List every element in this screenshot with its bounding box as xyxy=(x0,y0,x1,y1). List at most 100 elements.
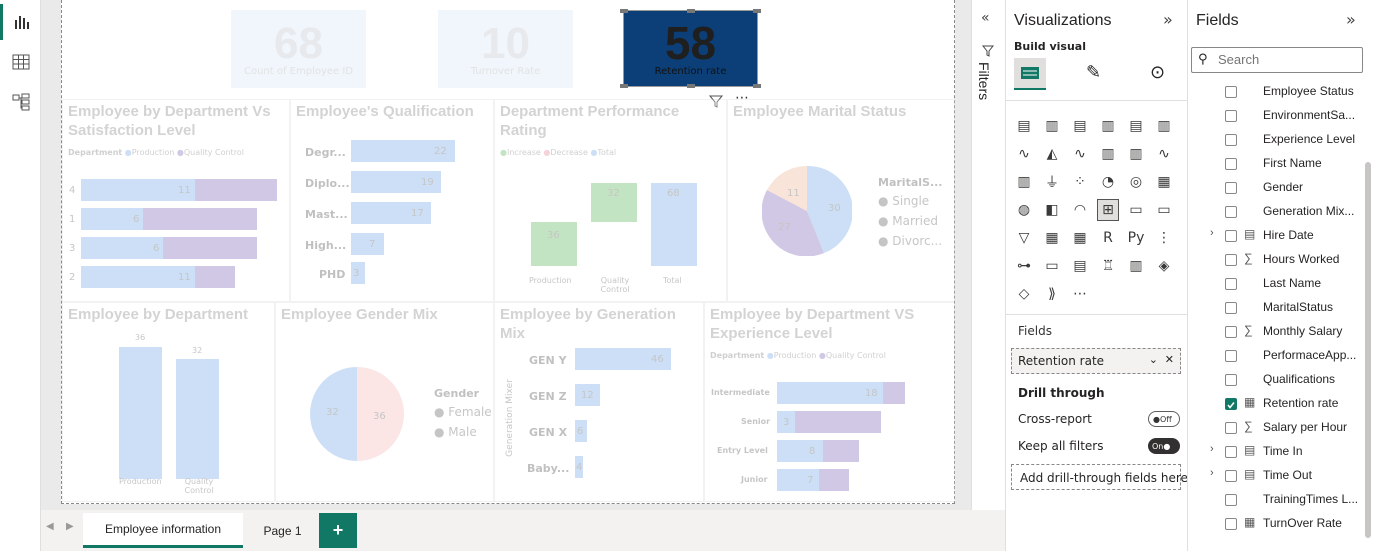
search-box[interactable]: ⚲ xyxy=(1191,47,1363,73)
visual-qualification[interactable]: Employee's Qualification Degr... 22 Dipl… xyxy=(290,99,494,302)
model-view-icon[interactable] xyxy=(0,84,41,120)
table-view-icon[interactable] xyxy=(0,44,41,80)
visual-marital-status[interactable]: Employee Marital Status 30 27 11 Marital… xyxy=(727,99,955,302)
build-visual-icon[interactable] xyxy=(1014,58,1046,90)
treemap-icon[interactable]: ▦ xyxy=(1153,171,1175,193)
multirow-card-icon[interactable]: ▭ xyxy=(1125,199,1147,221)
waterfall-icon[interactable]: ▥ xyxy=(1013,171,1035,193)
collapse-pane-icon[interactable]: » xyxy=(1163,10,1173,29)
more-visuals-icon[interactable]: ⋯ xyxy=(1069,283,1091,305)
field-item[interactable]: PerformaceApp... xyxy=(1188,344,1363,368)
field-checkbox[interactable] xyxy=(1225,86,1237,98)
kpi-card-turnover-rate[interactable]: 10 Turnover Rate xyxy=(438,10,573,88)
resize-handle[interactable] xyxy=(620,9,628,13)
power-automate-icon[interactable]: ◇ xyxy=(1013,283,1035,305)
stacked-bar-icon[interactable]: ▤ xyxy=(1013,115,1035,137)
field-item[interactable]: ∑ Salary per Hour xyxy=(1188,416,1363,440)
field-item[interactable]: Generation Mix... xyxy=(1188,200,1363,224)
field-item[interactable]: › ▤ Hire Date xyxy=(1188,224,1363,248)
qa-icon[interactable]: ▭ xyxy=(1041,255,1063,277)
collapse-pane-icon[interactable]: » xyxy=(1346,10,1356,29)
decomposition-tree-icon[interactable]: ⊶ xyxy=(1013,255,1035,277)
chevron-visual-icon[interactable]: ⟫ xyxy=(1041,283,1063,305)
field-item[interactable]: MaritalStatus xyxy=(1188,296,1363,320)
field-checkbox[interactable] xyxy=(1225,134,1237,146)
visual-gender-mix[interactable]: Employee Gender Mix 32 36 Gender ● Femal… xyxy=(275,302,494,502)
paginated-report-icon[interactable]: ▥ xyxy=(1125,255,1147,277)
python-visual-icon[interactable]: Py xyxy=(1125,227,1147,249)
field-item[interactable]: › ▤ Time In xyxy=(1188,440,1363,464)
pie-icon[interactable]: ◔ xyxy=(1097,171,1119,193)
field-checkbox[interactable] xyxy=(1225,470,1237,482)
field-item[interactable]: EnvironmentSa... xyxy=(1188,104,1363,128)
resize-handle[interactable] xyxy=(620,84,628,88)
field-checkbox[interactable] xyxy=(1225,230,1237,242)
clustered-bar-icon[interactable]: ▤ xyxy=(1069,115,1091,137)
field-checkbox[interactable] xyxy=(1225,398,1237,410)
field-checkbox[interactable] xyxy=(1225,518,1237,530)
stacked-area-icon[interactable]: ∿ xyxy=(1069,143,1091,165)
field-item[interactable]: TrainingTimes L... xyxy=(1188,488,1363,512)
add-page-button[interactable]: + xyxy=(319,513,357,548)
filters-label[interactable]: Filters xyxy=(976,62,992,100)
gauge-icon[interactable]: ◠ xyxy=(1069,199,1091,221)
scroll-right-icon[interactable]: ▶ xyxy=(66,521,74,532)
scroll-left-icon[interactable]: ◀ xyxy=(46,521,54,532)
visual-generation-mix[interactable]: Employee by Generation Mix Generation Mi… xyxy=(494,302,704,502)
search-input[interactable] xyxy=(1218,52,1358,67)
resize-handle[interactable] xyxy=(753,9,761,13)
scrollbar[interactable] xyxy=(1365,162,1371,538)
kpi-icon[interactable]: ▭ xyxy=(1153,199,1175,221)
100-column-icon[interactable]: ▥ xyxy=(1153,115,1175,137)
filled-map-icon[interactable]: ◧ xyxy=(1041,199,1063,221)
area-chart-icon[interactable]: ◭ xyxy=(1041,143,1063,165)
line-clustered-icon[interactable]: ▥ xyxy=(1125,143,1147,165)
field-checkbox[interactable] xyxy=(1225,422,1237,434)
matrix-icon[interactable]: ▦ xyxy=(1069,227,1091,249)
scatter-icon[interactable]: ⁘ xyxy=(1069,171,1091,193)
field-item[interactable]: Last Name xyxy=(1188,272,1363,296)
resize-handle[interactable] xyxy=(753,84,761,88)
tab-page-1[interactable]: Page 1 xyxy=(246,513,319,548)
stacked-column-icon[interactable]: ▥ xyxy=(1041,115,1063,137)
power-apps-icon[interactable]: ◈ xyxy=(1153,255,1175,277)
kpi-card-retention-rate[interactable]: 58 Retention rate xyxy=(620,9,761,88)
resize-handle[interactable] xyxy=(687,9,695,13)
slicer-icon[interactable]: ▽ xyxy=(1013,227,1035,249)
field-checkbox[interactable] xyxy=(1225,110,1237,122)
line-chart-icon[interactable]: ∿ xyxy=(1013,143,1035,165)
field-item[interactable]: Employee Status xyxy=(1188,80,1363,104)
drill-through-drop-zone[interactable]: Add drill-through fields here xyxy=(1011,464,1188,490)
remove-field-icon[interactable]: ✕ xyxy=(1165,353,1174,366)
field-item[interactable]: ▦ Retention rate xyxy=(1188,392,1363,416)
tab-employee-information[interactable]: Employee information xyxy=(83,513,243,548)
metrics-icon[interactable]: ♖ xyxy=(1097,255,1119,277)
field-checkbox[interactable] xyxy=(1225,254,1237,266)
resize-handle[interactable] xyxy=(687,84,695,88)
field-checkbox[interactable] xyxy=(1225,302,1237,314)
field-checkbox[interactable] xyxy=(1225,494,1237,506)
field-item[interactable]: ▦ TurnOver Rate xyxy=(1188,512,1363,536)
field-item[interactable]: ∑ Hours Worked xyxy=(1188,248,1363,272)
field-well-retention[interactable]: Retention rate ⌄ ✕ xyxy=(1011,348,1181,374)
chevron-down-icon[interactable]: ⌄ xyxy=(1149,353,1158,366)
filters-pane-collapsed[interactable]: « Filters xyxy=(971,0,1005,510)
map-icon[interactable]: ◍ xyxy=(1013,199,1035,221)
field-item[interactable]: › ▤ Time Out xyxy=(1188,464,1363,488)
field-checkbox[interactable] xyxy=(1225,182,1237,194)
donut-icon[interactable]: ◎ xyxy=(1125,171,1147,193)
visual-dept-satisfaction[interactable]: Employee by Department Vs Satisfaction L… xyxy=(62,99,290,302)
expand-icon[interactable]: › xyxy=(1210,227,1214,239)
field-checkbox[interactable] xyxy=(1225,326,1237,338)
r-visual-icon[interactable]: R xyxy=(1097,227,1119,249)
card-icon[interactable]: ⊞ xyxy=(1097,199,1119,221)
field-item[interactable]: Qualifications xyxy=(1188,368,1363,392)
field-checkbox[interactable] xyxy=(1225,206,1237,218)
cross-report-toggle[interactable]: ● Off xyxy=(1148,411,1180,427)
ribbon-icon[interactable]: ∿ xyxy=(1153,143,1175,165)
clustered-column-icon[interactable]: ▥ xyxy=(1097,115,1119,137)
field-item[interactable]: ∑ Monthly Salary xyxy=(1188,320,1363,344)
line-column-icon[interactable]: ▥ xyxy=(1097,143,1119,165)
smart-narrative-icon[interactable]: ▤ xyxy=(1069,255,1091,277)
field-item[interactable]: Experience Level xyxy=(1188,128,1363,152)
